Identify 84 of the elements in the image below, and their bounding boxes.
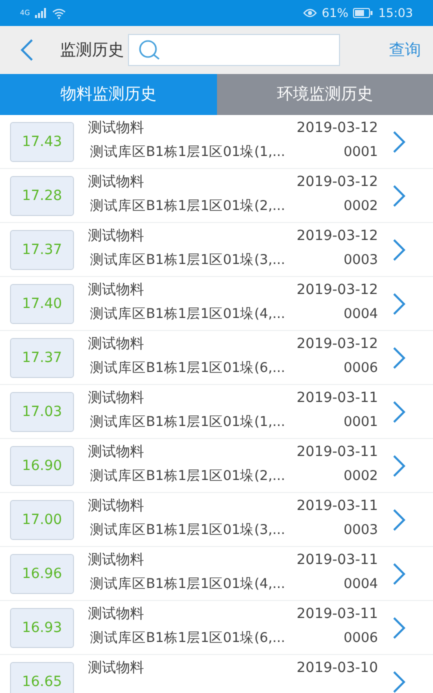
location-text: 测试库区B1栋1层1区01垛(4,... — [90, 575, 286, 593]
chevron-right-icon — [392, 508, 406, 530]
value-badge: 17.43 — [10, 122, 74, 162]
chevron-right-icon — [392, 400, 406, 422]
record-code: 0002 — [344, 198, 378, 214]
material-name: 测试物料 — [88, 119, 144, 137]
record-row[interactable]: 17.40 测试物料 2019-03-12 测试库区B1栋1层1区01垛(4,... 0004 — [0, 277, 433, 331]
material-name: 测试物料 — [88, 281, 144, 299]
record-date: 2019-03-11 — [296, 390, 378, 406]
record-row[interactable]: 16.65 测试物料 2019-03-10 — [0, 655, 433, 693]
signal-icon — [34, 8, 47, 18]
record-code: 0006 — [344, 360, 378, 376]
location-text: 测试库区B1栋1层1区01垛(6,... — [90, 359, 286, 377]
record-row[interactable]: 16.96 测试物料 2019-03-11 测试库区B1栋1层1区01垛(4,... 0004 — [0, 547, 433, 601]
location-text: 测试库区B1栋1层1区01垛(3,... — [90, 521, 286, 539]
chevron-right-icon — [392, 130, 406, 152]
chevron-right-icon — [392, 184, 406, 206]
value-badge: 16.90 — [10, 446, 74, 486]
record-date: 2019-03-12 — [296, 282, 378, 298]
material-name: 测试物料 — [88, 659, 144, 677]
chevron-right-icon — [392, 238, 406, 260]
record-row[interactable]: 17.03 测试物料 2019-03-11 测试库区B1栋1层1区01垛(1,... 0001 — [0, 385, 433, 439]
chevron-right-icon — [392, 670, 406, 692]
location-text: 测试库区B1栋1层1区01垛(2,... — [90, 197, 286, 215]
record-date: 2019-03-12 — [296, 336, 378, 352]
record-row[interactable]: 17.28 测试物料 2019-03-12 测试库区B1栋1层1区01垛(2,... 0002 — [0, 169, 433, 223]
location-text: 测试库区B1栋1层1区01垛(3,... — [90, 251, 286, 269]
material-name: 测试物料 — [88, 173, 144, 191]
record-code: 0002 — [344, 468, 378, 484]
record-row[interactable]: 17.37 测试物料 2019-03-12 测试库区B1栋1层1区01垛(6,... 0006 — [0, 331, 433, 385]
record-code: 0004 — [344, 306, 378, 322]
page-title: 监测历史 — [60, 40, 124, 60]
location-text: 测试库区B1栋1层1区01垛(4,... — [90, 305, 286, 323]
value-badge: 17.40 — [10, 284, 74, 324]
record-row[interactable]: 17.37 测试物料 2019-03-12 测试库区B1栋1层1区01垛(3,... 0003 — [0, 223, 433, 277]
location-text: 测试库区B1栋1层1区01垛(1,... — [90, 143, 286, 161]
value-badge: 16.65 — [10, 662, 74, 693]
value-badge: 17.37 — [10, 338, 74, 378]
back-icon — [20, 39, 34, 61]
material-name: 测试物料 — [88, 443, 144, 461]
record-date: 2019-03-11 — [296, 444, 378, 460]
record-date: 2019-03-11 — [296, 552, 378, 568]
battery-icon — [353, 8, 374, 18]
value-badge: 17.03 — [10, 392, 74, 432]
location-text: 测试库区B1栋1层1区01垛(1,... — [90, 413, 286, 431]
record-row[interactable]: 16.90 测试物料 2019-03-11 测试库区B1栋1层1区01垛(2,... 0002 — [0, 439, 433, 493]
value-badge: 16.96 — [10, 554, 74, 594]
chevron-right-icon — [392, 562, 406, 584]
record-code: 0003 — [344, 522, 378, 538]
material-name: 测试物料 — [88, 227, 144, 245]
eye-icon — [302, 8, 317, 18]
record-code: 0006 — [344, 630, 378, 646]
chevron-right-icon — [392, 292, 406, 314]
record-code: 0001 — [344, 414, 378, 430]
value-badge: 17.28 — [10, 176, 74, 216]
record-code: 0003 — [344, 252, 378, 268]
wifi-icon — [52, 8, 66, 18]
record-date: 2019-03-12 — [296, 228, 378, 244]
value-badge: 17.00 — [10, 500, 74, 540]
value-badge: 16.93 — [10, 608, 74, 648]
record-date: 2019-03-12 — [296, 174, 378, 190]
battery-percent: 61% — [322, 6, 348, 20]
search-field[interactable] — [128, 34, 340, 66]
record-row[interactable]: 16.93 测试物料 2019-03-11 测试库区B1栋1层1区01垛(6,... 0006 — [0, 601, 433, 655]
chevron-right-icon — [392, 616, 406, 638]
chevron-right-icon — [392, 346, 406, 368]
chevron-right-icon — [392, 454, 406, 476]
record-code: 0001 — [344, 144, 378, 160]
location-text: 测试库区B1栋1层1区01垛(6,... — [90, 629, 286, 647]
record-code: 0004 — [344, 576, 378, 592]
record-date: 2019-03-10 — [296, 660, 378, 676]
value-badge: 17.37 — [10, 230, 74, 270]
clock: 15:03 — [378, 6, 413, 20]
material-name: 测试物料 — [88, 551, 144, 569]
record-date: 2019-03-12 — [296, 120, 378, 136]
record-date: 2019-03-11 — [296, 606, 378, 622]
material-name: 测试物料 — [88, 335, 144, 353]
material-name: 测试物料 — [88, 497, 144, 515]
record-date: 2019-03-11 — [296, 498, 378, 514]
material-name: 测试物料 — [88, 605, 144, 623]
record-row[interactable]: 17.43 测试物料 2019-03-12 测试库区B1栋1层1区01垛(1,... 0001 — [0, 115, 433, 169]
location-text: 测试库区B1栋1层1区01垛(2,... — [90, 467, 286, 485]
material-name: 测试物料 — [88, 389, 144, 407]
record-row[interactable]: 17.00 测试物料 2019-03-11 测试库区B1栋1层1区01垛(3,... 0003 — [0, 493, 433, 547]
